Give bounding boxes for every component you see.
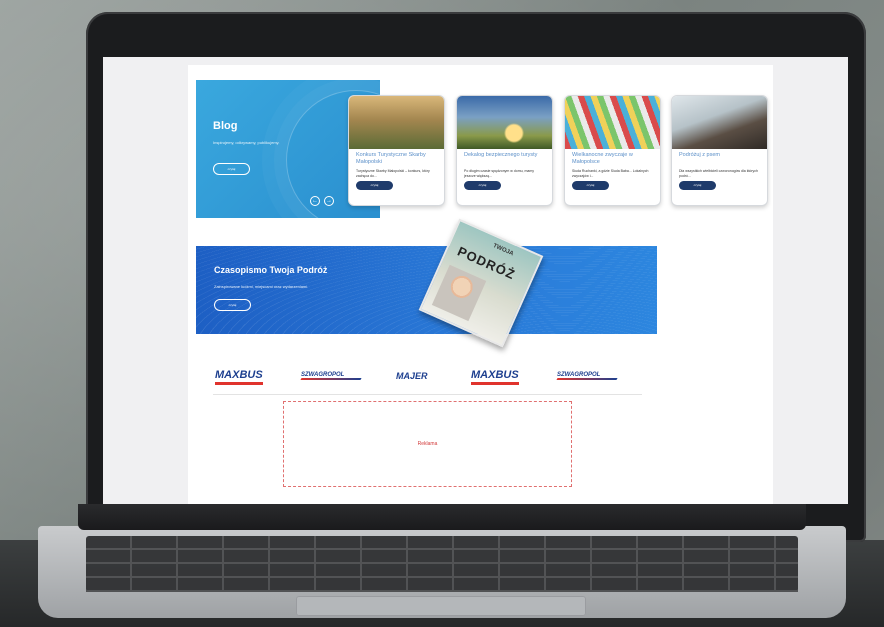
- magazine-title: Czasopismo Twoja Podróż: [214, 265, 328, 275]
- partner-logo-majer[interactable]: MAJER: [396, 371, 428, 387]
- logo-text: MAXBUS: [215, 369, 263, 381]
- logo-text: MAJER: [396, 371, 428, 381]
- card-read-button[interactable]: czytaj: [679, 181, 716, 190]
- card-read-button[interactable]: czytaj: [464, 181, 501, 190]
- partner-logos: MAXBUS SZWAGROPOL MAJER MAXBUS SZWAGROPO…: [213, 363, 642, 395]
- trackpad: [296, 596, 586, 616]
- laptop-base: [8, 504, 876, 624]
- card-title[interactable]: Konkurs Turystyczne Skarby Małopolski: [349, 149, 444, 167]
- card-text: Po długim czasie spędzonym w domu, mamy …: [464, 169, 535, 178]
- card-image: [672, 96, 767, 149]
- ad-placeholder[interactable]: Reklama: [283, 401, 572, 487]
- magazine-read-button[interactable]: czytaj: [214, 299, 251, 311]
- ad-label: Reklama: [417, 441, 438, 447]
- card-text: Turystyczne Skarby Małopolski – konkurs,…: [356, 169, 430, 178]
- carousel-arrows: ← →: [310, 196, 334, 206]
- blog-card[interactable]: Konkurs Turystyczne Skarby Małopolski Tu…: [348, 95, 445, 206]
- card-text: Siuda Ruchanki, a gdzie Siuda Baba... Lo…: [572, 169, 649, 178]
- blog-title: Blog: [213, 120, 238, 132]
- blog-card[interactable]: Dekalog bezpiecznego turysty Po długim c…: [456, 95, 553, 206]
- partner-logo-szwagropol[interactable]: SZWAGROPOL: [300, 372, 362, 388]
- keyboard: [86, 536, 798, 592]
- card-read-button[interactable]: czytaj: [356, 181, 393, 190]
- card-image: [349, 96, 444, 149]
- card-text: Dla wszystkich wielbicieli czworonogów d…: [679, 169, 758, 178]
- card-title[interactable]: Wielkanocne zwyczaje w Małopolsce: [565, 149, 660, 167]
- card-image: [457, 96, 552, 149]
- card-title[interactable]: Podróżuj z psem: [672, 149, 767, 167]
- partner-logo-maxbus[interactable]: MAXBUS: [215, 369, 263, 385]
- screen: Blog Inspirujemy, odkrywamy, publikujemy…: [103, 57, 848, 504]
- keyboard-deck: [38, 526, 846, 618]
- logo-text: MAXBUS: [471, 369, 519, 381]
- cover-photo: [431, 264, 487, 322]
- partner-logo-maxbus[interactable]: MAXBUS: [471, 369, 519, 385]
- card-image: [565, 96, 660, 149]
- arrow-left-icon[interactable]: ←: [310, 196, 320, 206]
- blog-subtitle: Inspirujemy, odkrywamy, publikujemy.: [213, 140, 280, 145]
- partner-logo-szwagropol[interactable]: SZWAGROPOL: [556, 372, 618, 388]
- cover-tag: TWOJA: [491, 243, 515, 258]
- webpage: Blog Inspirujemy, odkrywamy, publikujemy…: [188, 65, 773, 504]
- blog-read-button[interactable]: czytaj: [213, 163, 250, 175]
- blog-card[interactable]: Wielkanocne zwyczaje w Małopolsce Siuda …: [564, 95, 661, 206]
- arrow-right-icon[interactable]: →: [324, 196, 334, 206]
- card-read-button[interactable]: czytaj: [572, 181, 609, 190]
- card-title[interactable]: Dekalog bezpiecznego turysty: [457, 149, 552, 167]
- blog-card[interactable]: Podróżuj z psem Dla wszystkich wielbicie…: [671, 95, 768, 206]
- hinge: [78, 504, 806, 530]
- magazine-subtitle: Zainspirowane ludźmi, miejscami oraz wyd…: [214, 284, 309, 289]
